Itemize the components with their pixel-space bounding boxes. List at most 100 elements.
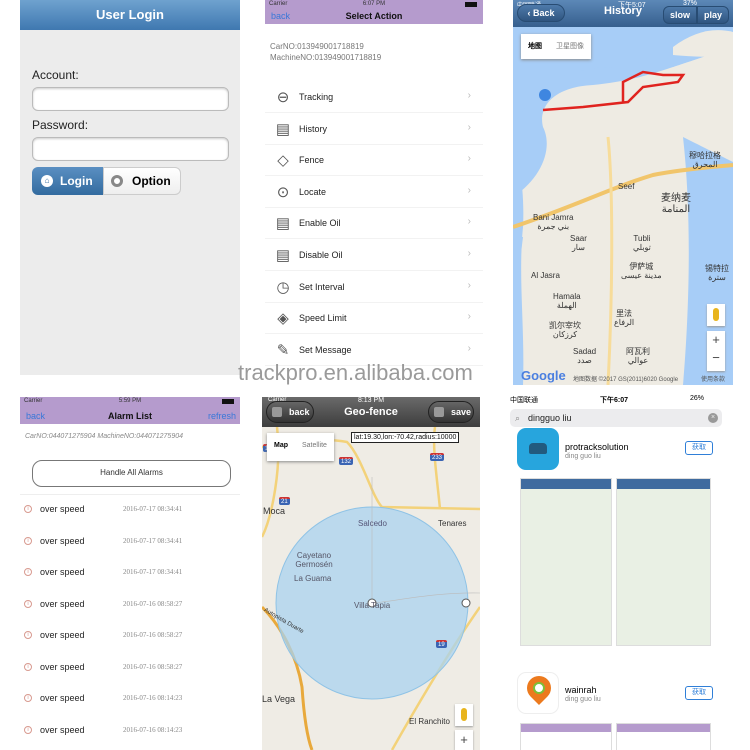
chevron-right-icon: › <box>467 121 471 133</box>
location-pin-icon: ⊙ <box>276 183 290 201</box>
action-item-disable-oil[interactable]: ▤ Disable Oil › <box>265 240 483 271</box>
pencil-icon: ✎ <box>276 341 290 359</box>
fence-radius-handle <box>461 598 471 608</box>
alarm-type: over speed <box>40 504 85 514</box>
app-screenshot[interactable] <box>520 723 612 750</box>
start-marker <box>539 89 551 101</box>
app-store-screen: 中国联通 下午6:07 26% ⌕ dingguo liu × protrack… <box>505 390 735 750</box>
save-button[interactable]: save <box>428 401 474 423</box>
option-button[interactable]: Option <box>103 167 181 195</box>
info-icon: i <box>24 631 32 639</box>
nav-bar: 中国联通 下午5:07 37% ‹ Back History slow play <box>513 0 733 27</box>
terms-link[interactable]: 使用条款 <box>701 377 725 384</box>
highway-shield: 132 <box>339 457 354 465</box>
get-button[interactable]: 获取 <box>685 686 713 700</box>
select-action-screen: Carrier 6:07 PM back Select Action CarNO… <box>265 0 483 372</box>
refresh-button[interactable]: refresh <box>208 411 236 421</box>
handle-all-alarms-button[interactable]: Handle All Alarms <box>32 460 231 487</box>
alarm-row[interactable]: i over speed 2016-07-17 08:34:41 <box>20 500 240 531</box>
page-title: Select Action <box>345 11 403 21</box>
history-map[interactable] <box>513 27 733 385</box>
highway-shield: 19 <box>436 640 447 648</box>
divider <box>20 494 240 495</box>
app-developer: ding guo liu <box>565 453 601 460</box>
app-name: protracksolution <box>565 442 629 452</box>
map-attribution: 地图数据 ©2017 GS(2011)6020 Google <box>573 377 679 383</box>
app-screenshot[interactable] <box>520 478 612 646</box>
alarm-row[interactable]: i over speed 2016-07-16 08:58:27 <box>20 658 240 689</box>
history-icon: ▤ <box>275 120 291 138</box>
login-button[interactable]: ⌂ Login <box>32 167 103 195</box>
document-icon: ▤ <box>275 215 291 233</box>
map-type-toggle[interactable]: 地图 卫星图像 <box>521 34 591 59</box>
action-item-tracking[interactable]: ⊖ Tracking › <box>265 82 483 113</box>
action-label: Disable Oil <box>299 250 343 260</box>
machine-number: MachineNO:013949001718819 <box>270 53 382 62</box>
alarm-row[interactable]: i over speed 2016-07-17 08:34:41 <box>20 532 240 563</box>
search-input[interactable]: ⌕ dingguo liu × <box>510 409 722 427</box>
highway-shield: 21 <box>279 497 290 505</box>
app-developer: ding guo liu <box>565 696 601 703</box>
get-button[interactable]: 获取 <box>685 441 713 455</box>
zoom-control[interactable]: + − <box>707 331 725 371</box>
street-view-pegman-icon[interactable] <box>455 704 473 726</box>
history-screen: 穆哈拉格 المحرق Seef 麦纳麦 المنامة Bani Jamra بني… <box>513 0 733 385</box>
ticket-icon: ◈ <box>277 310 289 328</box>
play-button[interactable]: play <box>697 6 729 24</box>
gear-icon <box>111 175 123 187</box>
account-label: Account: <box>32 68 79 82</box>
action-item-set-interval[interactable]: ◷ Set Interval › <box>265 272 483 303</box>
action-label: Set Message <box>299 344 352 355</box>
alarm-type: over speed <box>40 693 85 703</box>
password-input[interactable] <box>32 137 229 161</box>
info-icon: i <box>24 568 32 576</box>
map-type-toggle[interactable]: Map Satellite <box>267 433 334 461</box>
info-icon: i <box>24 694 32 702</box>
alarm-time: 2016-07-16 08:58:27 <box>123 631 183 639</box>
action-label: Set Interval <box>299 281 345 292</box>
password-label: Password: <box>32 118 89 132</box>
alarm-row[interactable]: i over speed 2016-07-16 08:58:27 <box>20 626 240 657</box>
app-name: wainrah <box>565 685 597 695</box>
action-item-history[interactable]: ▤ History › <box>265 114 483 145</box>
alarm-row[interactable]: i over speed 2016-07-16 08:14:23 <box>20 689 240 720</box>
action-item-locate[interactable]: ⊙ Locate › <box>265 177 483 208</box>
chevron-right-icon: › <box>467 311 471 323</box>
status-time: 5:59 PM <box>118 398 142 404</box>
zoom-in-button[interactable]: + <box>455 730 473 750</box>
app-screenshot[interactable] <box>616 723 711 750</box>
nav-bar: Carrier 8:13 PM back Geo-fence save <box>262 397 480 427</box>
action-item-enable-oil[interactable]: ▤ Enable Oil › <box>265 208 483 240</box>
chevron-right-icon: › <box>467 342 471 354</box>
slow-button[interactable]: slow <box>663 6 697 24</box>
map-type-map[interactable]: 地图 <box>521 34 549 59</box>
alarm-time: 2016-07-16 08:58:27 <box>123 599 183 608</box>
alarm-row[interactable]: i over speed 2016-07-16 08:14:23 <box>20 721 240 750</box>
alarm-type: over speed <box>40 661 85 672</box>
action-item-fence[interactable]: ◇ Fence › <box>265 145 483 177</box>
action-item-speed-limit[interactable]: ◈ Speed Limit › <box>265 303 483 335</box>
alarm-row[interactable]: i over speed 2016-07-16 08:58:27 <box>20 595 240 626</box>
status-time: 下午6:07 <box>600 397 629 404</box>
chevron-right-icon: › <box>467 279 471 291</box>
street-view-pegman-icon[interactable] <box>707 304 725 326</box>
battery-level: 26% <box>690 395 705 402</box>
app-screenshot[interactable] <box>616 478 711 646</box>
info-icon: i <box>24 662 32 671</box>
alarm-row[interactable]: i over speed 2016-07-17 08:34:41 <box>20 563 240 594</box>
alarm-time: 2016-07-17 08:34:41 <box>123 536 183 545</box>
map-type-satellite[interactable]: 卫星图像 <box>549 34 591 59</box>
clear-icon[interactable]: × <box>708 413 718 423</box>
login-button-label: Login <box>60 174 93 188</box>
map-type-map[interactable]: Map <box>267 433 295 461</box>
chevron-right-icon: › <box>467 248 471 259</box>
action-label: Enable Oil <box>299 218 341 229</box>
car-number: CarNO:013949001718819 <box>270 42 364 51</box>
action-label: Tracking <box>299 92 334 102</box>
account-input[interactable] <box>32 87 229 111</box>
map-type-satellite[interactable]: Satellite <box>295 433 334 461</box>
alarm-time: 2016-07-16 08:58:27 <box>123 662 183 671</box>
action-label: History <box>299 123 328 134</box>
alarm-time: 2016-07-16 08:14:23 <box>123 694 183 702</box>
battery-icon <box>222 399 234 404</box>
